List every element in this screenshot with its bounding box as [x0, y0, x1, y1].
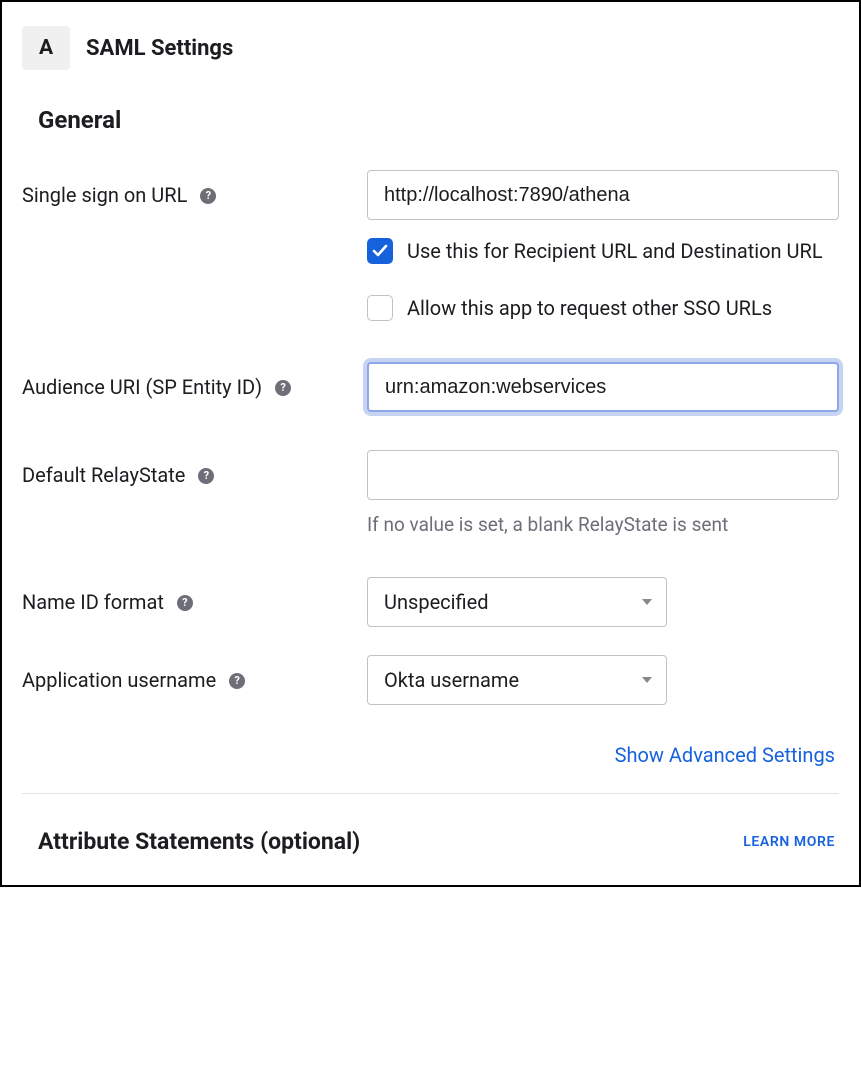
show-advanced-settings-link[interactable]: Show Advanced Settings: [615, 743, 835, 767]
label-application-username: Application username ?: [22, 655, 367, 696]
sso-url-input[interactable]: [367, 170, 839, 220]
checkbox-allow-other-sso-urls-label: Allow this app to request other SSO URLs: [407, 293, 772, 324]
label-nameid-format: Name ID format ?: [22, 577, 367, 618]
row-nameid-format: Name ID format ? Unspecified: [22, 577, 839, 627]
row-application-username: Application username ? Okta username: [22, 655, 839, 705]
relaystate-helper: If no value is set, a blank RelayState i…: [367, 510, 839, 539]
panel-title: SAML Settings: [86, 36, 233, 61]
nameid-format-select[interactable]: Unspecified: [367, 577, 667, 627]
label-audience-uri: Audience URI (SP Entity ID) ?: [22, 362, 367, 403]
divider: [22, 793, 839, 794]
attribute-statements-heading: Attribute Statements (optional): [38, 828, 360, 855]
help-icon[interactable]: ?: [177, 595, 193, 611]
nameid-format-selected: Unspecified: [384, 590, 488, 614]
general-heading: General: [38, 106, 839, 134]
application-username-selected: Okta username: [384, 668, 519, 692]
relaystate-input[interactable]: [367, 450, 839, 500]
help-icon[interactable]: ?: [275, 380, 291, 396]
learn-more-link[interactable]: LEARN MORE: [743, 834, 835, 850]
label-relaystate: Default RelayState ?: [22, 450, 367, 491]
saml-settings-panel: A SAML Settings General Single sign on U…: [0, 0, 861, 887]
checkbox-allow-other-sso-urls[interactable]: [367, 295, 393, 321]
label-sso-url: Single sign on URL ?: [22, 170, 367, 211]
audience-uri-input[interactable]: [367, 362, 839, 412]
help-icon[interactable]: ?: [229, 673, 245, 689]
row-sso-url: Single sign on URL ? Use this for Recipi…: [22, 170, 839, 324]
checkbox-use-recipient-url-label: Use this for Recipient URL and Destinati…: [407, 236, 823, 267]
row-relaystate: Default RelayState ? If no value is set,…: [22, 450, 839, 539]
chevron-down-icon: [642, 677, 652, 683]
help-icon[interactable]: ?: [198, 468, 214, 484]
panel-header: A SAML Settings: [22, 26, 839, 70]
step-badge: A: [22, 26, 70, 70]
checkbox-use-recipient-url[interactable]: [367, 238, 393, 264]
chevron-down-icon: [642, 599, 652, 605]
row-audience-uri: Audience URI (SP Entity ID) ?: [22, 362, 839, 412]
help-icon[interactable]: ?: [200, 188, 216, 204]
application-username-select[interactable]: Okta username: [367, 655, 667, 705]
